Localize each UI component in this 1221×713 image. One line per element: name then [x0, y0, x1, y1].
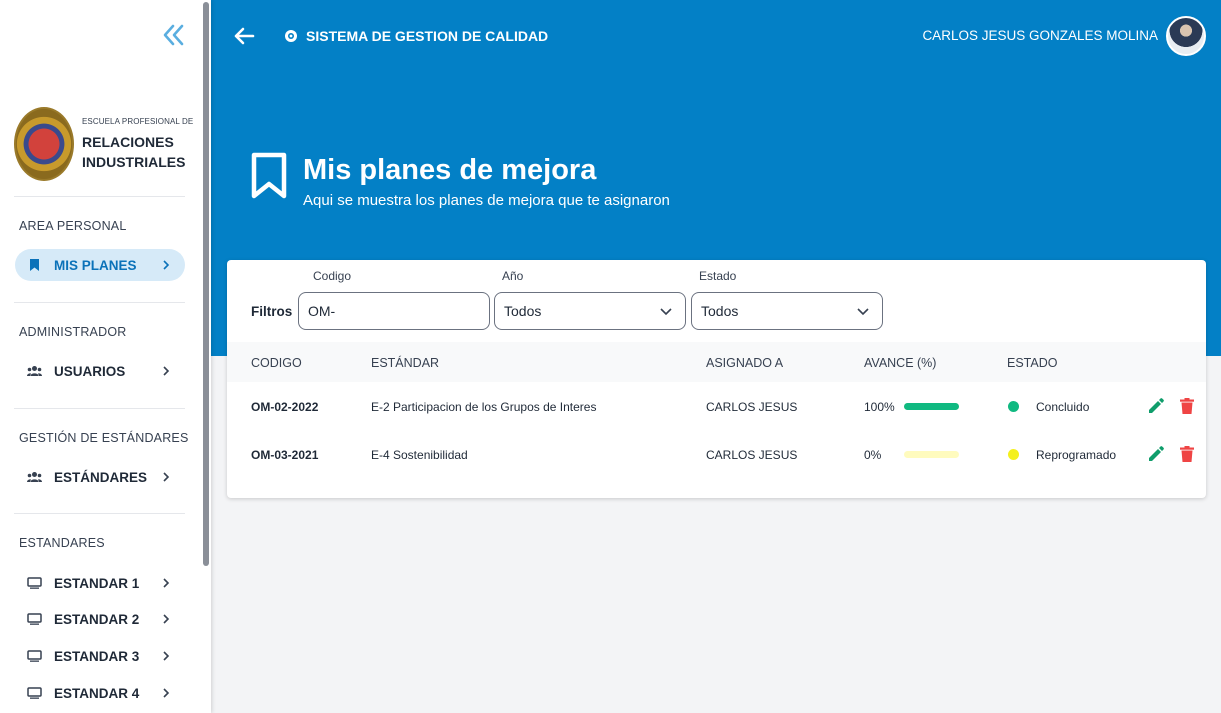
sidebar-item-estandar-3[interactable]: ESTANDAR 3 [15, 640, 185, 672]
edit-pencil-icon[interactable] [1147, 445, 1165, 463]
app-title-text: SISTEMA DE GESTION DE CALIDAD [306, 28, 549, 44]
chevron-right-icon [161, 649, 175, 664]
anio-filter-value: Todos [504, 303, 542, 319]
logo-line-2: INDUSTRIALES [82, 153, 186, 170]
estado-filter-value: Todos [701, 303, 739, 319]
row-asignado: CARLOS JESUS [706, 448, 798, 462]
bookmark-icon [26, 257, 42, 273]
users-icon [26, 469, 42, 485]
sidebar-item-usuarios[interactable]: USUARIOS [15, 355, 185, 387]
divider [14, 196, 185, 197]
table-row: OM-02-2022 E-2 Participacion de los Grup… [227, 383, 1206, 431]
user-name: CARLOS JESUS GONZALES MOLINA [922, 28, 1158, 43]
chevron-right-icon [161, 612, 175, 627]
divider [14, 513, 185, 514]
progress-bar [904, 451, 959, 458]
plans-card: Filtros Codigo OM- Año Todos Estado Todo… [227, 260, 1206, 498]
codigo-filter-value: OM- [308, 303, 336, 319]
sidebar: ESCUELA PROFESIONAL DE RELACIONES INDUST… [0, 0, 211, 713]
monitor-icon [26, 575, 42, 591]
chevron-down-icon [857, 308, 869, 316]
row-asignado: CARLOS JESUS [706, 400, 798, 414]
codigo-filter-input[interactable]: OM- [298, 292, 490, 330]
divider [14, 408, 185, 409]
chevron-right-icon [161, 576, 175, 591]
delete-trash-icon[interactable] [1178, 445, 1196, 463]
sidebar-scrollbar[interactable] [203, 2, 209, 566]
row-estandar: E-4 Sostenibilidad [371, 448, 468, 462]
sidebar-item-label: USUARIOS [54, 363, 126, 379]
edit-pencil-icon[interactable] [1147, 397, 1165, 415]
sidebar-item-estandar-2[interactable]: ESTANDAR 2 [15, 603, 185, 635]
progress-bar [904, 403, 959, 410]
status-dot [1008, 401, 1019, 412]
status-badge: Reprogramado [1036, 448, 1117, 462]
estado-filter-label: Estado [699, 269, 737, 283]
column-header-asignado: ASIGNADO A [706, 356, 784, 370]
back-arrow-icon[interactable] [233, 26, 255, 46]
sidebar-item-estandar-4[interactable]: ESTANDAR 4 [15, 677, 185, 709]
sidebar-item-estandares[interactable]: ESTÁNDARES [15, 461, 185, 493]
bookmark-icon [251, 152, 287, 199]
divider [14, 302, 185, 303]
anio-filter-select[interactable]: Todos [494, 292, 686, 330]
sidebar-item-mis-planes[interactable]: MIS PLANES [15, 249, 185, 281]
sidebar-item-label: ESTÁNDARES [54, 469, 148, 485]
chevron-right-icon [161, 364, 175, 379]
estado-filter-select[interactable]: Todos [691, 292, 883, 330]
school-logo-block: ESCUELA PROFESIONAL DE RELACIONES INDUST… [14, 107, 193, 181]
monitor-icon [26, 611, 42, 627]
logo-caption: ESCUELA PROFESIONAL DE [82, 116, 194, 126]
section-area-personal: AREA PERSONAL [19, 219, 127, 233]
row-codigo: OM-02-2022 [251, 400, 319, 414]
filters-label: Filtros [251, 304, 293, 319]
avatar[interactable] [1166, 16, 1206, 56]
section-gestion-estandares: GESTIÓN DE ESTÁNDARES [19, 431, 189, 445]
university-seal-logo [14, 107, 74, 181]
column-header-estandar: ESTÁNDAR [371, 356, 440, 370]
section-estandares: ESTANDARES [19, 536, 105, 550]
chevron-down-icon [660, 308, 672, 316]
status-dot [1008, 449, 1019, 460]
double-chevron-left-icon[interactable] [161, 22, 187, 48]
anio-filter-label: Año [502, 269, 524, 283]
logo-line-1: RELACIONES [82, 133, 174, 150]
section-administrador: ADMINISTRADOR [19, 325, 127, 339]
sidebar-item-label: ESTANDAR 1 [54, 575, 140, 591]
app-title[interactable]: SISTEMA DE GESTION DE CALIDAD [284, 28, 548, 44]
page-subtitle: Aqui se muestra los planes de mejora que… [303, 192, 670, 209]
chevron-right-icon [161, 470, 175, 485]
table-row: OM-03-2021 E-4 Sostenibilidad CARLOS JES… [227, 431, 1206, 479]
table-header: CODIGO ESTÁNDAR ASIGNADO A AVANCE (%) ES… [227, 342, 1206, 382]
monitor-icon [26, 648, 42, 664]
row-codigo: OM-03-2021 [251, 448, 319, 462]
users-icon [26, 363, 42, 379]
row-estandar: E-2 Participacion de los Grupos de Inter… [371, 400, 597, 414]
column-header-avance: AVANCE (%) [864, 356, 937, 370]
progress-bar-fill [904, 403, 959, 410]
page-title: Mis planes de mejora [303, 154, 597, 186]
sidebar-item-label: ESTANDAR 2 [54, 611, 140, 627]
sidebar-item-label: MIS PLANES [54, 257, 137, 273]
chevron-right-icon [161, 258, 175, 273]
status-badge: Concluido [1036, 400, 1090, 414]
column-header-estado: ESTADO [1007, 356, 1058, 370]
sidebar-item-label: ESTANDAR 4 [54, 685, 140, 701]
row-avance-label: 0% [864, 448, 882, 462]
monitor-icon [26, 685, 42, 701]
delete-trash-icon[interactable] [1178, 397, 1196, 415]
codigo-filter-label: Codigo [313, 269, 352, 283]
chevron-right-icon [161, 686, 175, 701]
target-icon [285, 30, 297, 42]
sidebar-item-estandar-1[interactable]: ESTANDAR 1 [15, 567, 185, 599]
sidebar-item-label: ESTANDAR 3 [54, 648, 140, 664]
row-avance-label: 100% [864, 400, 895, 414]
column-header-codigo: CODIGO [251, 356, 302, 370]
